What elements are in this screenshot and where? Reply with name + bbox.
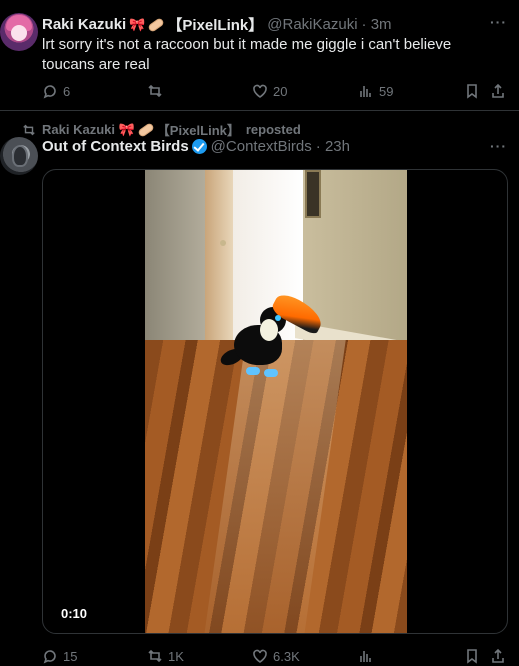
repost-icon — [148, 84, 162, 98]
author-handle[interactable]: @RakiKazuki — [267, 16, 357, 33]
repost-button[interactable] — [147, 83, 163, 99]
avatar[interactable] — [0, 137, 38, 175]
tweet-text: lrt sorry it's not a raccoon but it made… — [42, 36, 452, 73]
toucan-foot — [264, 369, 278, 377]
repost-icon — [23, 124, 35, 135]
like-count: 6.3K — [273, 648, 300, 664]
author-name[interactable]: Out of Context Birds — [42, 138, 189, 155]
views-button[interactable] — [358, 648, 374, 664]
reposted-label: reposted — [245, 122, 301, 137]
views-icon — [360, 86, 371, 97]
author-tag: 【PixelLink】 — [167, 17, 264, 34]
tweet-context-birds[interactable]: Raki Kazuki 🎀 【PixelLink】 reposted Out o… — [0, 111, 519, 666]
author-name[interactable]: Raki Kazuki — [42, 16, 126, 33]
ribbon-emoji: 🎀 — [129, 16, 146, 32]
tweet-time[interactable]: · 3m — [362, 16, 392, 33]
heart-icon — [253, 649, 267, 663]
like-count: 20 — [273, 83, 288, 99]
views-icon — [360, 651, 371, 662]
repost-icon — [148, 649, 162, 663]
author-handle[interactable]: @ContextBirds — [211, 138, 312, 155]
door-knob — [220, 240, 226, 246]
reply-icon — [43, 85, 56, 99]
reply-button[interactable]: 6 — [42, 83, 70, 99]
reply-button[interactable]: 15 — [42, 648, 77, 664]
like-button[interactable]: 20 — [252, 83, 287, 99]
view-count: 59 — [379, 83, 394, 99]
video-frame — [145, 170, 407, 633]
tweet-header: Raki Kazuki 🎀 【PixelLink】 @RakiKazuki · … — [42, 14, 392, 35]
reply-count: 6 — [63, 83, 71, 99]
tweet-time[interactable]: · 23h — [316, 138, 350, 155]
heart-icon — [253, 84, 267, 98]
toucan-foot — [246, 367, 260, 375]
repost-count: 1K — [168, 648, 184, 664]
bookmark-button[interactable] — [464, 648, 480, 664]
bookmark-icon — [467, 649, 477, 664]
share-icon — [492, 648, 504, 663]
video-timestamp: 0:10 — [61, 606, 88, 621]
action-bar: 15 1K 6.3K — [42, 648, 507, 666]
reposted-by-tag: 【PixelLink】 — [156, 123, 240, 138]
tweet-header: Out of Context Birds @ContextBirds · 23h — [42, 138, 350, 155]
toucan — [218, 290, 327, 385]
bird-silhouette — [12, 145, 28, 167]
video-player[interactable]: 0:10 — [42, 169, 508, 634]
bandage-emoji-icon — [136, 121, 155, 138]
reposted-by-line[interactable]: Raki Kazuki 🎀 【PixelLink】 reposted — [22, 120, 301, 139]
bookmark-icon — [467, 84, 477, 99]
reply-count: 15 — [63, 648, 78, 664]
more-options-icon[interactable]: ··· — [490, 138, 507, 154]
action-bar: 6 20 59 — [42, 83, 507, 103]
toucan-eye — [275, 315, 281, 321]
avatar-face — [11, 25, 27, 41]
reply-icon — [43, 650, 56, 664]
tweet-raki[interactable]: Raki Kazuki 🎀 【PixelLink】 @RakiKazuki · … — [0, 0, 519, 111]
share-icon — [492, 83, 504, 98]
share-button[interactable] — [490, 648, 506, 664]
bandage-emoji-icon — [147, 16, 166, 33]
views-button[interactable]: 59 — [358, 83, 393, 99]
more-options-icon[interactable]: ··· — [490, 14, 507, 30]
share-button[interactable] — [490, 83, 506, 99]
like-button[interactable]: 6.3K — [252, 648, 300, 664]
bookmark-button[interactable] — [464, 83, 480, 99]
toucan-throat — [260, 319, 278, 341]
repost-button[interactable]: 1K — [147, 648, 184, 664]
verified-badge-icon — [191, 139, 207, 154]
avatar[interactable] — [0, 13, 38, 51]
reposted-by-name: Raki Kazuki 🎀 — [42, 121, 135, 137]
picture-frame — [305, 170, 321, 218]
